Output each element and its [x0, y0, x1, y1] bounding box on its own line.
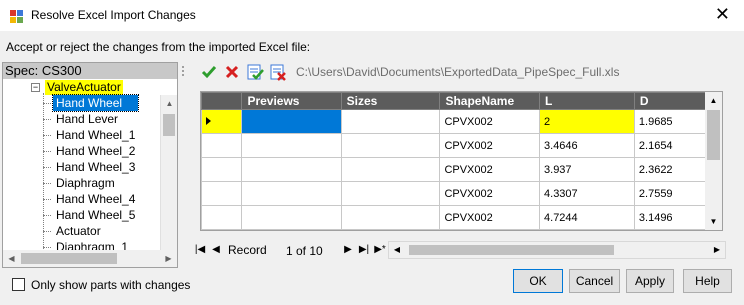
tree-body: − ValveActuator Hand Wheel Hand Lever Ha… — [3, 79, 177, 267]
table-cell[interactable] — [241, 181, 342, 206]
table-cell[interactable] — [340, 205, 441, 230]
column-header[interactable]: Sizes — [340, 92, 441, 110]
record-label: Record — [228, 243, 267, 257]
close-icon[interactable]: ✕ — [715, 4, 730, 24]
scroll-up-icon[interactable]: ▲ — [161, 95, 177, 112]
table-cell[interactable] — [241, 205, 342, 230]
table-row[interactable]: CPVX002 4.7244 3.1496 — [201, 205, 722, 230]
row-header[interactable] — [201, 133, 243, 158]
row-header-corner — [201, 92, 243, 110]
parts-tree[interactable]: Spec: CS300 − ValveActuator Hand Wheel H… — [2, 62, 178, 268]
column-header[interactable]: ShapeName — [439, 92, 541, 110]
new-record-icon[interactable]: ▶* — [372, 242, 388, 258]
table-row[interactable]: CPVX002 3.937 2.3622 — [201, 157, 722, 182]
checkmark-icon[interactable] — [200, 63, 218, 81]
table-cell[interactable] — [340, 157, 441, 182]
first-record-icon[interactable]: |◀ — [192, 242, 208, 258]
scroll-down-icon[interactable]: ▼ — [705, 213, 722, 230]
table-cell[interactable]: 4.3307 — [539, 181, 635, 206]
previous-record-icon[interactable]: ◀ — [208, 242, 224, 258]
collapse-icon[interactable]: − — [31, 83, 40, 92]
tree-root-label[interactable]: ValveActuator — [45, 80, 123, 95]
column-header[interactable]: Previews — [241, 92, 342, 110]
table-cell[interactable]: CPVX002 — [439, 205, 541, 230]
table-cell[interactable]: 3.4646 — [539, 133, 635, 158]
window-title: Resolve Excel Import Changes — [31, 8, 196, 22]
table-row[interactable]: CPVX002 3.4646 2.1654 — [201, 133, 722, 158]
tree-vertical-scrollbar[interactable]: ▲ ▼ — [160, 95, 177, 267]
toolbar: C:\Users\David\Documents\ExportedData_Pi… — [196, 62, 736, 82]
tree-item[interactable]: Actuator — [42, 223, 138, 239]
row-header[interactable] — [201, 205, 243, 230]
table-cell[interactable]: 4.7244 — [539, 205, 635, 230]
table-cell[interactable]: CPVX002 — [439, 109, 541, 134]
scroll-thumb[interactable] — [163, 114, 175, 136]
filter-changes-label[interactable]: Only show parts with changes — [31, 278, 190, 292]
last-record-icon[interactable]: ▶| — [356, 242, 372, 258]
reject-all-icon[interactable] — [269, 63, 287, 81]
help-button[interactable]: Help — [683, 269, 732, 293]
x-icon[interactable] — [223, 63, 241, 81]
scroll-left-icon[interactable]: ◀ — [389, 242, 405, 258]
table-cell[interactable]: CPVX002 — [439, 133, 541, 158]
tree-item[interactable]: Hand Wheel — [42, 94, 140, 112]
grid-vertical-scrollbar[interactable]: ▲ ▼ — [705, 92, 722, 230]
tree-item[interactable]: Hand Wheel_1 — [42, 127, 138, 143]
column-header[interactable]: L — [539, 92, 635, 110]
scroll-thumb[interactable] — [21, 253, 117, 264]
tree-header: Spec: CS300 — [3, 63, 177, 79]
table-cell[interactable]: CPVX002 — [439, 181, 541, 206]
app-icon — [10, 10, 23, 23]
record-navigator: |◀ ◀ Record 1 of 10 ▶ ▶| ▶* ◀ ▶ — [190, 241, 730, 259]
scroll-right-icon[interactable]: ▶ — [160, 250, 177, 267]
accept-all-icon[interactable] — [246, 63, 264, 81]
changes-grid[interactable]: Previews Sizes ShapeName L D CPVX002 2 1… — [200, 91, 723, 231]
row-header[interactable] — [201, 181, 243, 206]
scroll-left-icon[interactable]: ◀ — [3, 250, 20, 267]
record-count: 1 of 10 — [286, 244, 323, 258]
file-path-text: C:\Users\David\Documents\ExportedData_Pi… — [296, 65, 620, 79]
cancel-button[interactable]: Cancel — [569, 269, 620, 293]
tree-horizontal-scrollbar[interactable]: ◀ ▶ — [3, 250, 177, 267]
grid-horizontal-scrollbar[interactable]: ◀ ▶ — [388, 241, 726, 259]
row-header[interactable] — [201, 157, 243, 182]
table-cell[interactable] — [241, 157, 342, 182]
scroll-thumb[interactable] — [409, 245, 614, 255]
scroll-right-icon[interactable]: ▶ — [709, 242, 725, 258]
table-cell[interactable] — [340, 133, 441, 158]
apply-button[interactable]: Apply — [626, 269, 674, 293]
filter-changes-checkbox[interactable] — [12, 278, 25, 291]
table-row[interactable]: CPVX002 4.3307 2.7559 — [201, 181, 722, 206]
tree-item[interactable]: Hand Wheel_5 — [42, 207, 138, 223]
title-bar: Resolve Excel Import Changes ✕ — [0, 0, 744, 31]
instruction-text: Accept or reject the changes from the im… — [6, 40, 311, 54]
scroll-up-icon[interactable]: ▲ — [705, 92, 722, 109]
scroll-thumb[interactable] — [707, 110, 720, 160]
tree-item[interactable]: Hand Wheel_4 — [42, 191, 138, 207]
table-cell[interactable] — [340, 181, 441, 206]
tree-item[interactable]: Hand Wheel_2 — [42, 143, 138, 159]
table-cell[interactable]: 2 — [539, 109, 635, 134]
tree-item[interactable]: Hand Wheel_3 — [42, 159, 138, 175]
tree-item[interactable]: Hand Lever — [42, 111, 138, 127]
row-header[interactable] — [201, 109, 243, 134]
table-header-row: Previews Sizes ShapeName L D — [201, 92, 722, 110]
tree-items: Hand Wheel Hand Lever Hand Wheel_1 Hand … — [42, 94, 140, 255]
ok-button[interactable]: OK — [513, 269, 563, 293]
table-cell[interactable] — [340, 109, 441, 134]
table-cell[interactable]: 3.937 — [539, 157, 635, 182]
next-record-icon[interactable]: ▶ — [340, 242, 356, 258]
tree-item[interactable]: Diaphragm — [42, 175, 138, 191]
table-cell[interactable] — [241, 133, 342, 158]
table-cell[interactable]: CPVX002 — [439, 157, 541, 182]
changes-table: Previews Sizes ShapeName L D CPVX002 2 1… — [201, 92, 722, 230]
panel-splitter[interactable] — [181, 62, 185, 268]
table-row[interactable]: CPVX002 2 1.9685 — [201, 109, 722, 134]
table-cell[interactable] — [241, 109, 342, 134]
current-row-icon — [206, 116, 211, 125]
